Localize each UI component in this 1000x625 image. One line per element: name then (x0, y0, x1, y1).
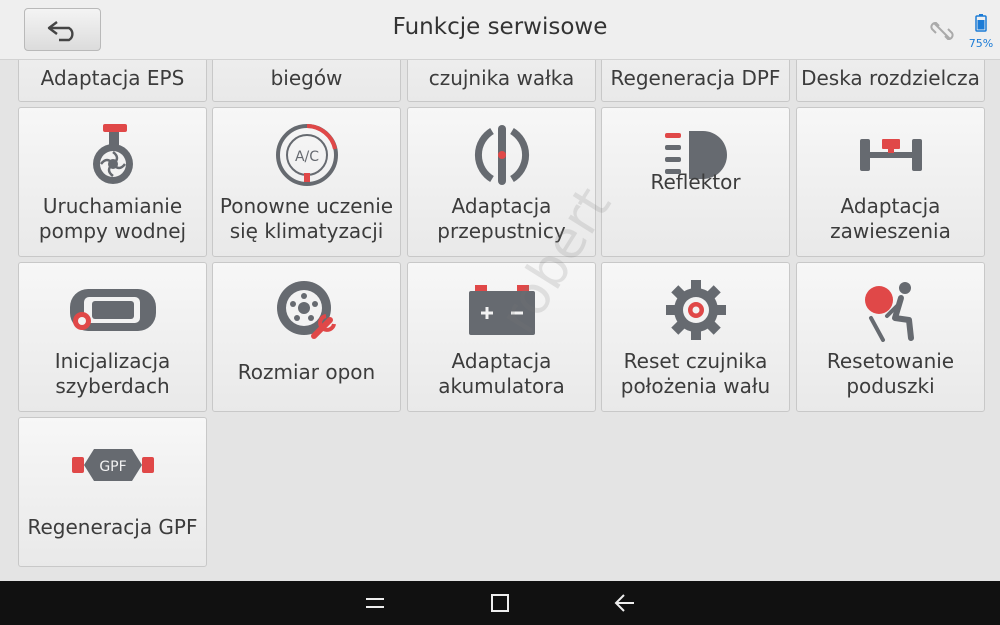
page-title: Funkcje serwisowe (392, 14, 608, 40)
title-bar: Funkcje serwisowe 75% (0, 0, 1000, 60)
battery-percent: 75% (968, 37, 994, 50)
battery-status: 75% (966, 14, 996, 50)
tile-suspension[interactable]: Adaptacja zawieszenia (796, 107, 985, 257)
tile-adaptacja-eps[interactable]: Adaptacja EPS (18, 60, 207, 102)
ac-icon: A/C (275, 124, 338, 186)
tile-label: Regeneracja DPF (610, 66, 781, 90)
function-grid: Adaptacja EPS biegów czujnika wałka Rege… (0, 60, 1000, 581)
ac-icon-text: A/C (294, 149, 318, 165)
nav-back-arrow-icon (614, 594, 634, 612)
tile-label: Adaptacja zawieszenia (830, 194, 951, 243)
tile-label: Ponowne uczenie się klimatyzacji (219, 194, 394, 243)
tile-tire-size[interactable]: Rozmiar opon (212, 262, 401, 412)
tile-label: Reset czujnika położenia wału (620, 349, 771, 398)
tile-czujnika-walka[interactable]: czujnika wałka (407, 60, 596, 102)
water-pump-icon (92, 124, 133, 184)
tile-throttle[interactable]: Adaptacja przepustnicy (407, 107, 596, 257)
tile-label: Deska rozdzielcza (801, 66, 980, 90)
tile-regeneracja-dpf[interactable]: Regeneracja DPF (601, 60, 790, 102)
tile-label: Adaptacja akumulatora (438, 349, 565, 398)
gear-sensor-icon (665, 280, 726, 340)
battery-adapt-icon (468, 285, 535, 335)
tile-label: Adaptacja przepustnicy (437, 194, 566, 243)
recent-apps-button[interactable] (360, 588, 390, 618)
tile-deska-rozdzielcza[interactable]: Deska rozdzielcza (796, 60, 985, 102)
sunroof-icon (69, 289, 156, 331)
tile-label: Resetowanie poduszki (826, 349, 955, 398)
tile-shaft-sensor-reset[interactable]: Reset czujnika położenia wału (601, 262, 790, 412)
battery-icon (975, 14, 987, 32)
recent-apps-icon (366, 598, 384, 608)
tile-label: czujnika wałka (428, 66, 575, 90)
tile-biegow[interactable]: biegów (212, 60, 401, 102)
airbag-icon (864, 282, 914, 342)
tile-sunroof[interactable]: Inicjalizacja szyberdach (18, 262, 207, 412)
tile-battery[interactable]: Adaptacja akumulatora (407, 262, 596, 412)
tile-label: Uruchamianie pompy wodnej (38, 194, 187, 243)
system-nav-bar (0, 581, 1000, 625)
link-off-icon (930, 21, 954, 41)
home-button[interactable] (485, 588, 515, 618)
home-square-icon (491, 594, 509, 612)
tile-headlight[interactable]: Reflektor (601, 107, 790, 257)
tile-label: Rozmiar opon (237, 359, 376, 384)
throttle-icon (474, 125, 529, 185)
suspension-icon (859, 139, 922, 171)
tile-label: Inicjalizacja szyberdach (54, 349, 171, 398)
tile-ac-relearn[interactable]: A/C Ponowne uczenie się klimatyzacji (212, 107, 401, 257)
tile-label: biegów (270, 66, 343, 90)
tile-label: Reflektor (650, 169, 741, 194)
tile-water-pump[interactable]: Uruchamianie pompy wodnej (18, 107, 207, 257)
tile-label: Adaptacja EPS (40, 66, 185, 90)
tile-airbag-reset[interactable]: Resetowanie poduszki (796, 262, 985, 412)
tile-gpf-regen[interactable]: GPF Regeneracja GPF (18, 417, 207, 567)
nav-back-button[interactable] (610, 588, 640, 618)
tile-label: Regeneracja GPF (27, 514, 198, 539)
